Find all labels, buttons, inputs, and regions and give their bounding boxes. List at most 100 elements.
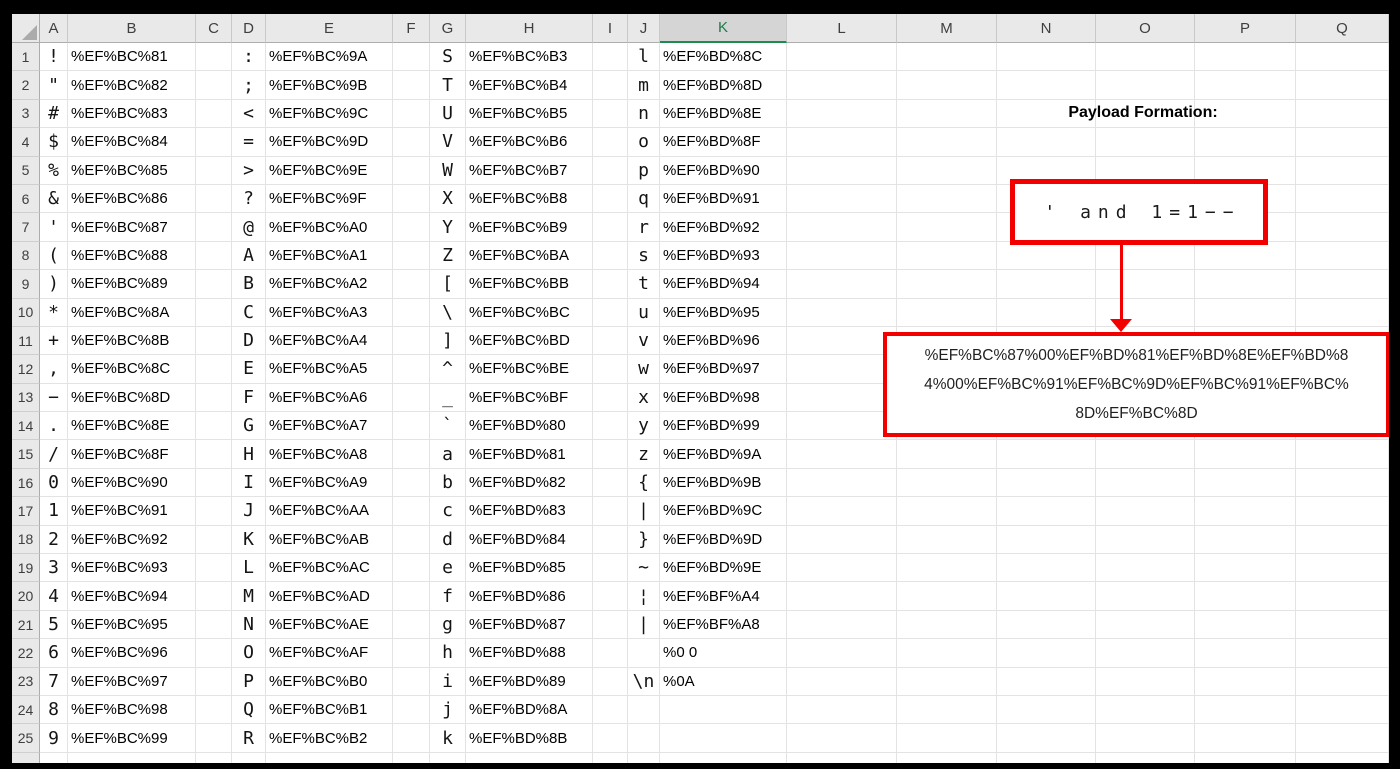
cell-P2[interactable] bbox=[1195, 71, 1296, 100]
cell-H5[interactable]: %EF%BC%B7 bbox=[466, 156, 593, 185]
cell-C3[interactable] bbox=[196, 99, 232, 129]
cell-K4[interactable]: %EF%BD%8F bbox=[660, 128, 787, 157]
cell-K17[interactable]: %EF%BD%9C bbox=[660, 497, 787, 526]
cell-Q21[interactable] bbox=[1296, 610, 1389, 640]
cell-K14[interactable]: %EF%BD%99 bbox=[660, 412, 787, 441]
cell-B24[interactable]: %EF%BC%98 bbox=[68, 695, 196, 725]
cell-K2[interactable]: %EF%BD%8D bbox=[660, 71, 787, 100]
cell-L10[interactable] bbox=[787, 298, 897, 327]
cell-J23[interactable]: \n bbox=[628, 667, 660, 696]
cell-M17[interactable] bbox=[897, 497, 997, 526]
cell-M8[interactable] bbox=[897, 241, 997, 271]
cell-P25[interactable] bbox=[1195, 724, 1296, 753]
cell-B17[interactable]: %EF%BC%91 bbox=[68, 497, 196, 526]
cell-K10[interactable]: %EF%BD%95 bbox=[660, 298, 787, 327]
cell-G19[interactable]: e bbox=[430, 554, 466, 583]
cell-A23[interactable]: 7 bbox=[40, 667, 68, 696]
cell-Q18[interactable] bbox=[1296, 525, 1389, 555]
cell-A25[interactable]: 9 bbox=[40, 724, 68, 753]
cell-L18[interactable] bbox=[787, 525, 897, 555]
cell-H13[interactable]: %EF%BC%BF bbox=[466, 383, 593, 413]
cell-F1[interactable] bbox=[393, 43, 430, 72]
column-header-K[interactable]: K bbox=[660, 14, 787, 43]
cell-H23[interactable]: %EF%BD%89 bbox=[466, 667, 593, 696]
cell-E5[interactable]: %EF%BC%9E bbox=[266, 156, 393, 185]
cell-H7[interactable]: %EF%BC%B9 bbox=[466, 213, 593, 242]
cell-D4[interactable]: = bbox=[232, 128, 266, 157]
cell-I25[interactable] bbox=[593, 724, 628, 753]
cell-A24[interactable]: 8 bbox=[40, 695, 68, 725]
cell-E13[interactable]: %EF%BC%A6 bbox=[266, 383, 393, 413]
column-header-M[interactable]: M bbox=[897, 14, 997, 43]
row-header-26[interactable] bbox=[12, 752, 40, 763]
cell-E14[interactable]: %EF%BC%A7 bbox=[266, 412, 393, 441]
cell-L24[interactable] bbox=[787, 695, 897, 725]
column-header-P[interactable]: P bbox=[1195, 14, 1296, 43]
cell-L8[interactable] bbox=[787, 241, 897, 271]
cell-D21[interactable]: N bbox=[232, 610, 266, 640]
select-all-corner[interactable] bbox=[12, 14, 40, 43]
cell-J14[interactable]: y bbox=[628, 412, 660, 441]
row-header-10[interactable]: 10 bbox=[12, 298, 40, 327]
cell-H15[interactable]: %EF%BD%81 bbox=[466, 440, 593, 469]
cell-J18[interactable]: } bbox=[628, 525, 660, 555]
cell-K15[interactable]: %EF%BD%9A bbox=[660, 440, 787, 469]
cell-N21[interactable] bbox=[997, 610, 1096, 640]
cell-L17[interactable] bbox=[787, 497, 897, 526]
cell-I16[interactable] bbox=[593, 468, 628, 498]
cell-J1[interactable]: l bbox=[628, 43, 660, 72]
cell-B13[interactable]: %EF%BC%8D bbox=[68, 383, 196, 413]
cell-D13[interactable]: F bbox=[232, 383, 266, 413]
cell-J4[interactable]: o bbox=[628, 128, 660, 157]
cell-D8[interactable]: A bbox=[232, 241, 266, 271]
cell-J2[interactable]: m bbox=[628, 71, 660, 100]
cell-B6[interactable]: %EF%BC%86 bbox=[68, 184, 196, 214]
cell-N20[interactable] bbox=[997, 582, 1096, 611]
row-header-16[interactable]: 16 bbox=[12, 468, 40, 498]
cell-A21[interactable]: 5 bbox=[40, 610, 68, 640]
cell-J21[interactable]: | bbox=[628, 610, 660, 640]
cell-M24[interactable] bbox=[897, 695, 997, 725]
cell-F12[interactable] bbox=[393, 355, 430, 384]
cell-D6[interactable]: ? bbox=[232, 184, 266, 214]
cell-G20[interactable]: f bbox=[430, 582, 466, 611]
cell-L19[interactable] bbox=[787, 554, 897, 583]
cell-K9[interactable]: %EF%BD%94 bbox=[660, 270, 787, 299]
cell-K3[interactable]: %EF%BD%8E bbox=[660, 99, 787, 129]
cell-D2[interactable]: ; bbox=[232, 71, 266, 100]
cell-D10[interactable]: C bbox=[232, 298, 266, 327]
column-header-D[interactable]: D bbox=[232, 14, 266, 43]
cell-L26[interactable] bbox=[787, 752, 897, 763]
cell-P20[interactable] bbox=[1195, 582, 1296, 611]
cell-K20[interactable]: %EF%BF%A4 bbox=[660, 582, 787, 611]
cell-I17[interactable] bbox=[593, 497, 628, 526]
column-header-Q[interactable]: Q bbox=[1296, 14, 1389, 43]
cell-I23[interactable] bbox=[593, 667, 628, 696]
cell-I4[interactable] bbox=[593, 128, 628, 157]
cell-A8[interactable]: ( bbox=[40, 241, 68, 271]
cell-F22[interactable] bbox=[393, 639, 430, 668]
cell-A16[interactable]: 0 bbox=[40, 468, 68, 498]
cell-G9[interactable]: [ bbox=[430, 270, 466, 299]
cell-Q16[interactable] bbox=[1296, 468, 1389, 498]
cell-P18[interactable] bbox=[1195, 525, 1296, 555]
cell-F2[interactable] bbox=[393, 71, 430, 100]
cell-C23[interactable] bbox=[196, 667, 232, 696]
cell-F5[interactable] bbox=[393, 156, 430, 185]
cell-A13[interactable]: − bbox=[40, 383, 68, 413]
cell-M4[interactable] bbox=[897, 128, 997, 157]
cell-B15[interactable]: %EF%BC%8F bbox=[68, 440, 196, 469]
cell-F23[interactable] bbox=[393, 667, 430, 696]
cell-J26[interactable] bbox=[628, 752, 660, 763]
cell-L13[interactable] bbox=[787, 383, 897, 413]
cell-B20[interactable]: %EF%BC%94 bbox=[68, 582, 196, 611]
cell-O21[interactable] bbox=[1096, 610, 1195, 640]
cell-Q23[interactable] bbox=[1296, 667, 1389, 696]
cell-A7[interactable]: ' bbox=[40, 213, 68, 242]
row-header-24[interactable]: 24 bbox=[12, 695, 40, 725]
row-header-20[interactable]: 20 bbox=[12, 582, 40, 611]
cell-N23[interactable] bbox=[997, 667, 1096, 696]
cell-G11[interactable]: ] bbox=[430, 326, 466, 356]
cell-I2[interactable] bbox=[593, 71, 628, 100]
cell-F21[interactable] bbox=[393, 610, 430, 640]
